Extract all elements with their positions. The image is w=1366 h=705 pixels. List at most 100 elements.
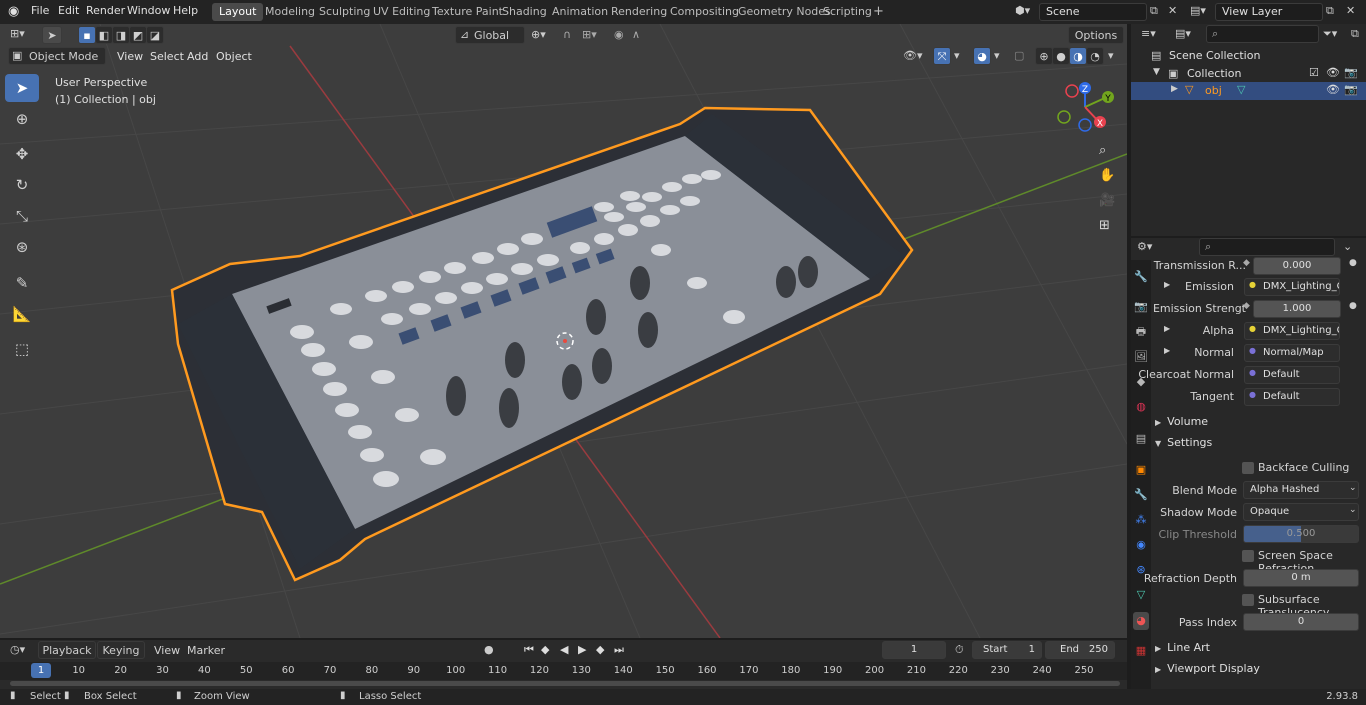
delete-scene-icon[interactable]: ✕ xyxy=(1168,4,1177,17)
tangent-field[interactable]: Default xyxy=(1244,388,1340,406)
physics-tab-icon[interactable]: ◉ xyxy=(1133,536,1149,554)
view-layer-icon[interactable]: ▤▾ xyxy=(1190,4,1206,17)
blend-mode-dropdown[interactable]: Alpha Hashed xyxy=(1243,481,1359,499)
menu-marker[interactable]: Marker xyxy=(187,644,225,657)
gizmo-dropdown-icon[interactable]: ▾ xyxy=(954,49,960,62)
normal-field[interactable]: Normal/Map xyxy=(1244,344,1340,362)
stopwatch-icon[interactable]: ⏱ xyxy=(955,643,964,657)
options-dropdown[interactable]: Options xyxy=(1068,26,1124,44)
keying-dropdown[interactable]: Keying xyxy=(97,641,145,659)
properties-search-input[interactable] xyxy=(1199,238,1335,256)
texture-tab-icon[interactable]: ▦ xyxy=(1133,642,1149,660)
xray-icon[interactable]: ▢ xyxy=(1014,49,1024,62)
mode-new-icon[interactable]: ▪ xyxy=(78,26,96,44)
select-tool-icon[interactable]: ➤ xyxy=(42,26,62,44)
perspective-toggle-icon[interactable]: ⊞ xyxy=(1099,218,1110,233)
3d-viewport[interactable]: Z Y X ⊞▾ ➤ ▪ ◧ ◨ ◩ ◪ Global ⊿ ⊕▾ ∩ ⊞▾ ◉ … xyxy=(0,24,1127,638)
scene-icon[interactable]: ⬢▾ xyxy=(1015,4,1030,17)
record-icon[interactable]: ● xyxy=(484,643,494,656)
start-frame-field[interactable]: Start 1 xyxy=(972,641,1042,659)
particles-tab-icon[interactable]: ⁂ xyxy=(1133,511,1149,529)
rotate-tool-icon[interactable]: ↻ xyxy=(5,171,39,199)
next-keyframe-icon[interactable]: ◆ xyxy=(596,643,604,656)
scale-tool-icon[interactable]: ⤡ xyxy=(5,202,39,230)
pan-hand-icon[interactable]: ✋ xyxy=(1099,168,1115,183)
menu-add[interactable]: Add xyxy=(187,50,208,63)
move-tool-icon[interactable]: ✥ xyxy=(5,140,39,168)
new-view-layer-icon[interactable]: ⧉ xyxy=(1326,4,1334,18)
settings-section-header[interactable]: ▼ Settings xyxy=(1155,433,1366,453)
properties-editor-icon[interactable]: ⚙▾ xyxy=(1137,240,1152,253)
material-shading-icon[interactable]: ◑ xyxy=(1069,47,1087,65)
proportional-edit-icon[interactable]: ◉ xyxy=(614,28,624,41)
expand-arrow-icon[interactable]: ▶ xyxy=(1164,280,1170,289)
editor-type-icon[interactable]: ⊞▾ xyxy=(10,27,25,40)
socket-icon[interactable]: ◆ xyxy=(1243,258,1250,268)
alpha-field[interactable]: DMX_Lighting_Contr... xyxy=(1244,322,1340,340)
emission-strength-field[interactable]: 1.000 xyxy=(1253,300,1341,318)
mode-intersect-icon[interactable]: ◪ xyxy=(146,26,164,44)
solid-shading-icon[interactable]: ● xyxy=(1052,47,1070,65)
scene-name-field[interactable]: Scene xyxy=(1039,3,1147,21)
zoom-icon[interactable]: ⌕ xyxy=(1099,143,1106,158)
new-collection-icon[interactable]: ⧉ xyxy=(1351,27,1359,41)
shading-dropdown-icon[interactable]: ▾ xyxy=(1108,49,1114,62)
backface-culling-checkbox[interactable]: Backface Culling xyxy=(1242,461,1362,477)
jump-end-icon[interactable]: ⏭ xyxy=(614,643,624,657)
visibility-icon[interactable]: 👁▾ xyxy=(903,49,923,62)
overlay-dropdown-icon[interactable]: ▾ xyxy=(994,49,1000,62)
mode-extend-icon[interactable]: ◧ xyxy=(95,26,113,44)
cursor-tool-icon[interactable]: ⊕ xyxy=(5,105,39,133)
display-mode-icon[interactable]: ▤▾ xyxy=(1175,27,1191,40)
play-reverse-icon[interactable]: ◀ xyxy=(560,643,568,656)
ssr-checkbox[interactable]: Screen Space Refraction xyxy=(1242,549,1366,575)
subsurface-checkbox[interactable]: Subsurface Translucency xyxy=(1242,593,1366,619)
volume-section-header[interactable]: ▶ Volume xyxy=(1155,412,1366,432)
transform-tool-icon[interactable]: ⊛ xyxy=(5,233,39,261)
collapse-arrow-icon[interactable]: ▼ xyxy=(1153,67,1160,77)
expand-arrow-icon[interactable]: ▶ xyxy=(1171,84,1178,94)
overlay-toggle-icon[interactable]: ◕ xyxy=(973,47,991,65)
clip-threshold-slider[interactable]: 0.500 xyxy=(1243,525,1359,543)
prev-keyframe-icon[interactable]: ◆ xyxy=(541,643,549,656)
camera-render-icon[interactable]: 📷 xyxy=(1344,83,1358,96)
end-frame-field[interactable]: End 250 xyxy=(1045,641,1115,659)
emission-field[interactable]: DMX_Lighting_Contr... xyxy=(1244,278,1340,296)
falloff-icon[interactable]: ∧ xyxy=(632,28,640,41)
material-tab-icon[interactable]: ◕ xyxy=(1133,612,1149,630)
pass-index-field[interactable]: 0 xyxy=(1243,613,1359,631)
menu-file[interactable]: File xyxy=(31,4,49,17)
menu-select[interactable]: Select xyxy=(150,50,184,63)
menu-help[interactable]: Help xyxy=(173,4,198,17)
exclude-checkbox-icon[interactable]: ☑ xyxy=(1309,66,1319,79)
camera-render-icon[interactable]: 📷 xyxy=(1344,66,1358,79)
navigation-gizmo[interactable]: Z Y X xyxy=(1057,82,1114,132)
select-box-tool-icon[interactable]: ➤ xyxy=(5,74,39,102)
refraction-depth-field[interactable]: 0 m xyxy=(1243,569,1359,587)
clearcoat-normal-field[interactable]: Default xyxy=(1244,366,1340,384)
mode-difference-icon[interactable]: ◩ xyxy=(129,26,147,44)
menu-render[interactable]: Render xyxy=(86,4,125,17)
timeline-scrollbar[interactable] xyxy=(10,681,1120,686)
outliner-row-collection[interactable]: ▼ ▣ Collection ☑ 👁 📷 xyxy=(1131,65,1366,83)
playback-dropdown[interactable]: Playback xyxy=(38,641,96,659)
eye-icon[interactable]: 👁 xyxy=(1326,83,1340,96)
play-icon[interactable]: ▶ xyxy=(578,643,586,656)
keyframe-dot-icon[interactable]: ● xyxy=(1349,301,1357,311)
modifier-tab-icon[interactable]: 🔧 xyxy=(1133,486,1149,504)
viewport-scene[interactable]: Z Y X xyxy=(0,24,1127,638)
measure-tool-icon[interactable]: 📐 xyxy=(5,300,39,328)
mesh-data-tab-icon[interactable]: ▽ xyxy=(1133,586,1149,604)
blender-logo-icon[interactable]: ◉ xyxy=(8,4,19,19)
menu-window[interactable]: Window xyxy=(127,4,170,17)
menu-view[interactable]: View xyxy=(117,50,143,63)
menu-object[interactable]: Object xyxy=(216,50,252,63)
dmx-console-object[interactable] xyxy=(170,106,914,582)
expand-arrow-icon[interactable]: ▶ xyxy=(1164,346,1170,355)
add-workspace-button[interactable]: + xyxy=(866,3,891,21)
pivot-point-icon[interactable]: ⊕▾ xyxy=(531,28,546,41)
current-frame-field[interactable]: 1 xyxy=(882,641,946,659)
outliner-row-obj[interactable]: ▶ ▽ obj ▽ 👁 📷 xyxy=(1131,82,1366,100)
viewport-display-section-header[interactable]: ▶ Viewport Display xyxy=(1155,659,1366,679)
camera-view-icon[interactable]: 🎥 xyxy=(1099,193,1115,208)
